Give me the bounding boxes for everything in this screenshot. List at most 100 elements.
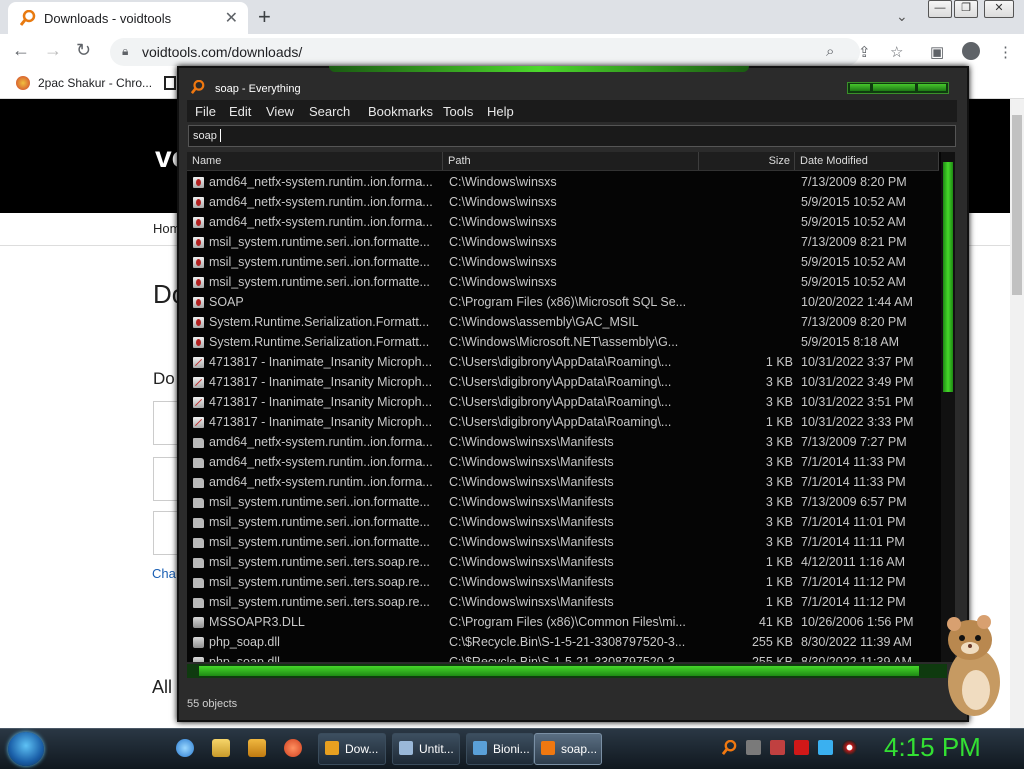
browser-tab[interactable]: Downloads - voidtools ✕ xyxy=(8,2,248,34)
result-row[interactable]: amd64_netfx-system.runtim..ion.forma... C… xyxy=(187,192,939,212)
result-date: 10/31/2022 3:49 PM xyxy=(801,375,914,389)
tab-search-chevron-icon[interactable]: ⌄ xyxy=(896,8,908,25)
tray-app-icon[interactable] xyxy=(770,740,785,755)
paint-icon[interactable] xyxy=(284,739,302,757)
result-path: C:\Users\digibrony\AppData\Roaming\... xyxy=(449,355,672,369)
restore-icon[interactable]: ❐ xyxy=(954,0,978,18)
start-orb-icon[interactable] xyxy=(8,732,44,766)
changes-link[interactable]: Cha xyxy=(152,566,176,581)
column-header-name[interactable]: Name xyxy=(187,152,443,170)
result-size: 1 KB xyxy=(765,575,793,589)
menu-search[interactable]: Search xyxy=(309,104,350,119)
menu-file[interactable]: File xyxy=(195,104,216,119)
result-row[interactable]: amd64_netfx-system.runtim..ion.forma... C… xyxy=(187,472,939,492)
result-row[interactable]: php_soap.dll C:\$Recycle.Bin\S-1-5-21-330… xyxy=(187,652,939,662)
tray-app-icon[interactable] xyxy=(746,740,761,755)
taskbar-window-button[interactable]: Dow... xyxy=(318,733,386,765)
menu-help[interactable]: Help xyxy=(487,104,514,119)
result-row[interactable]: msil_system.runtime.seri..ters.soap.re..… xyxy=(187,552,939,572)
browser-toolbar: ← → ↻ 🔒︎ voidtools.com/downloads/ ⌕ ⇪ ☆ … xyxy=(0,34,1024,70)
result-row[interactable]: msil_system.runtime.seri..ion.formatte..… xyxy=(187,272,939,292)
result-row[interactable]: MSSOAPR3.DLL C:\Program Files (x86)\Commo… xyxy=(187,612,939,632)
result-row[interactable]: amd64_netfx-system.runtim..ion.forma... C… xyxy=(187,432,939,452)
new-tab-icon[interactable]: + xyxy=(258,4,271,30)
minimize-icon[interactable]: — xyxy=(928,0,952,18)
result-date: 5/9/2015 10:52 AM xyxy=(801,195,906,209)
results-list: Name Path Size Date Modified amd64_netfx… xyxy=(187,152,955,662)
menu-view[interactable]: View xyxy=(266,104,294,119)
close-icon[interactable] xyxy=(918,84,946,91)
taskbar-clock[interactable]: 4:15 PM xyxy=(884,732,981,763)
result-row[interactable]: msil_system.runtime.seri..ion.formatte..… xyxy=(187,232,939,252)
column-header-date[interactable]: Date Modified xyxy=(795,152,939,170)
menu-bookmarks[interactable]: Bookmarks xyxy=(368,104,433,119)
page-scrollbar-thumb[interactable] xyxy=(1012,115,1022,295)
maximize-icon[interactable] xyxy=(873,84,915,91)
tray-volume-icon[interactable] xyxy=(842,740,857,755)
share-icon[interactable]: ⇪ xyxy=(858,43,871,61)
result-path: C:\Windows\winsxs\Manifests xyxy=(449,575,614,589)
result-name: msil_system.runtime.seri..ters.soap.re..… xyxy=(209,575,430,589)
result-row[interactable]: msil_system.runtime.seri..ion.formatte..… xyxy=(187,532,939,552)
result-size: 255 KB xyxy=(751,635,793,649)
result-row[interactable]: 4713817 - Inanimate_Insanity Microph... C… xyxy=(187,352,939,372)
result-row[interactable]: SOAP C:\Program Files (x86)\Microsoft SQL… xyxy=(187,292,939,312)
result-row[interactable]: System.Runtime.Serialization.Formatt... C… xyxy=(187,332,939,352)
result-row[interactable]: msil_system.runtime.seri..ters.soap.re..… xyxy=(187,592,939,612)
result-row[interactable]: amd64_netfx-system.runtim..ion.forma... C… xyxy=(187,212,939,232)
ie-icon[interactable] xyxy=(176,739,194,757)
taskbar-window-button[interactable]: soap... xyxy=(534,733,602,765)
profile-avatar-icon[interactable] xyxy=(962,42,980,60)
result-row[interactable]: 4713817 - Inanimate_Insanity Microph... C… xyxy=(187,412,939,432)
explorer-icon[interactable] xyxy=(212,739,230,757)
result-row[interactable]: php_soap.dll C:\$Recycle.Bin\S-1-5-21-330… xyxy=(187,632,939,652)
minimize-icon[interactable] xyxy=(850,84,870,91)
media-player-icon[interactable] xyxy=(248,739,266,757)
result-row[interactable]: msil_system.runtime.seri..ion.formatte..… xyxy=(187,492,939,512)
search-input[interactable]: soap xyxy=(188,125,956,147)
side-panel-icon[interactable]: ▣ xyxy=(930,43,944,61)
result-name: System.Runtime.Serialization.Formatt... xyxy=(209,335,430,349)
document-icon xyxy=(193,417,204,428)
column-header-size[interactable]: Size xyxy=(699,152,795,170)
results-vertical-scrollbar-thumb[interactable] xyxy=(943,162,953,392)
menu-tools[interactable]: Tools xyxy=(443,104,473,119)
close-window-icon[interactable]: ✕ xyxy=(984,0,1014,18)
taskbar-window-button[interactable]: Untit... xyxy=(392,733,460,765)
tray-flag-icon[interactable] xyxy=(794,740,809,755)
tab-close-icon[interactable]: ✕ xyxy=(225,8,238,28)
browser-tab-strip: Downloads - voidtools ✕ + ⌄ — ❐ ✕ xyxy=(0,0,1024,34)
forward-icon[interactable]: → xyxy=(44,40,62,61)
result-row[interactable]: msil_system.runtime.seri..ion.formatte..… xyxy=(187,512,939,532)
menu-kebab-icon[interactable]: ⋮ xyxy=(998,43,1013,61)
result-row[interactable]: 4713817 - Inanimate_Insanity Microph... C… xyxy=(187,372,939,392)
back-icon[interactable]: ← xyxy=(12,40,30,61)
document-icon xyxy=(193,377,204,388)
zoom-search-icon[interactable]: ⌕ xyxy=(826,43,834,60)
result-row[interactable]: msil_system.runtime.seri..ters.soap.re..… xyxy=(187,572,939,592)
result-row[interactable]: System.Runtime.Serialization.Formatt... C… xyxy=(187,312,939,332)
reload-icon[interactable]: ↻ xyxy=(76,40,91,61)
bookmark-link[interactable]: 2pac Shakur - Chro... xyxy=(38,76,152,90)
column-header-path[interactable]: Path xyxy=(443,152,699,170)
result-path: C:\Windows\Microsoft.NET\assembly\G... xyxy=(449,335,679,349)
result-row[interactable]: msil_system.runtime.seri..ion.formatte..… xyxy=(187,252,939,272)
results-horizontal-scrollbar-thumb[interactable] xyxy=(199,666,919,676)
result-name: MSSOAPR3.DLL xyxy=(209,615,305,629)
result-size: 1 KB xyxy=(765,555,793,569)
taskbar-window-button[interactable]: Bioni... xyxy=(466,733,534,765)
tray-network-icon[interactable] xyxy=(818,740,833,755)
everything-tray-icon[interactable] xyxy=(721,739,737,755)
everything-titlebar[interactable]: soap - Everything xyxy=(179,72,967,102)
bookmark-folder-icon[interactable] xyxy=(164,76,176,90)
result-row[interactable]: 4713817 - Inanimate_Insanity Microph... C… xyxy=(187,392,939,412)
result-size: 3 KB xyxy=(765,435,793,449)
bookmark-star-icon[interactable]: ☆ xyxy=(890,43,903,61)
taskbar-app-icon xyxy=(473,741,487,755)
result-row[interactable]: amd64_netfx-system.runtim..ion.forma... C… xyxy=(187,452,939,472)
result-name: msil_system.runtime.seri..ion.formatte..… xyxy=(209,535,430,549)
result-row[interactable]: amd64_netfx-system.runtim..ion.forma... C… xyxy=(187,172,939,192)
address-bar[interactable]: 🔒︎ voidtools.com/downloads/ xyxy=(110,38,860,66)
result-date: 10/31/2022 3:37 PM xyxy=(801,355,914,369)
menu-edit[interactable]: Edit xyxy=(229,104,251,119)
